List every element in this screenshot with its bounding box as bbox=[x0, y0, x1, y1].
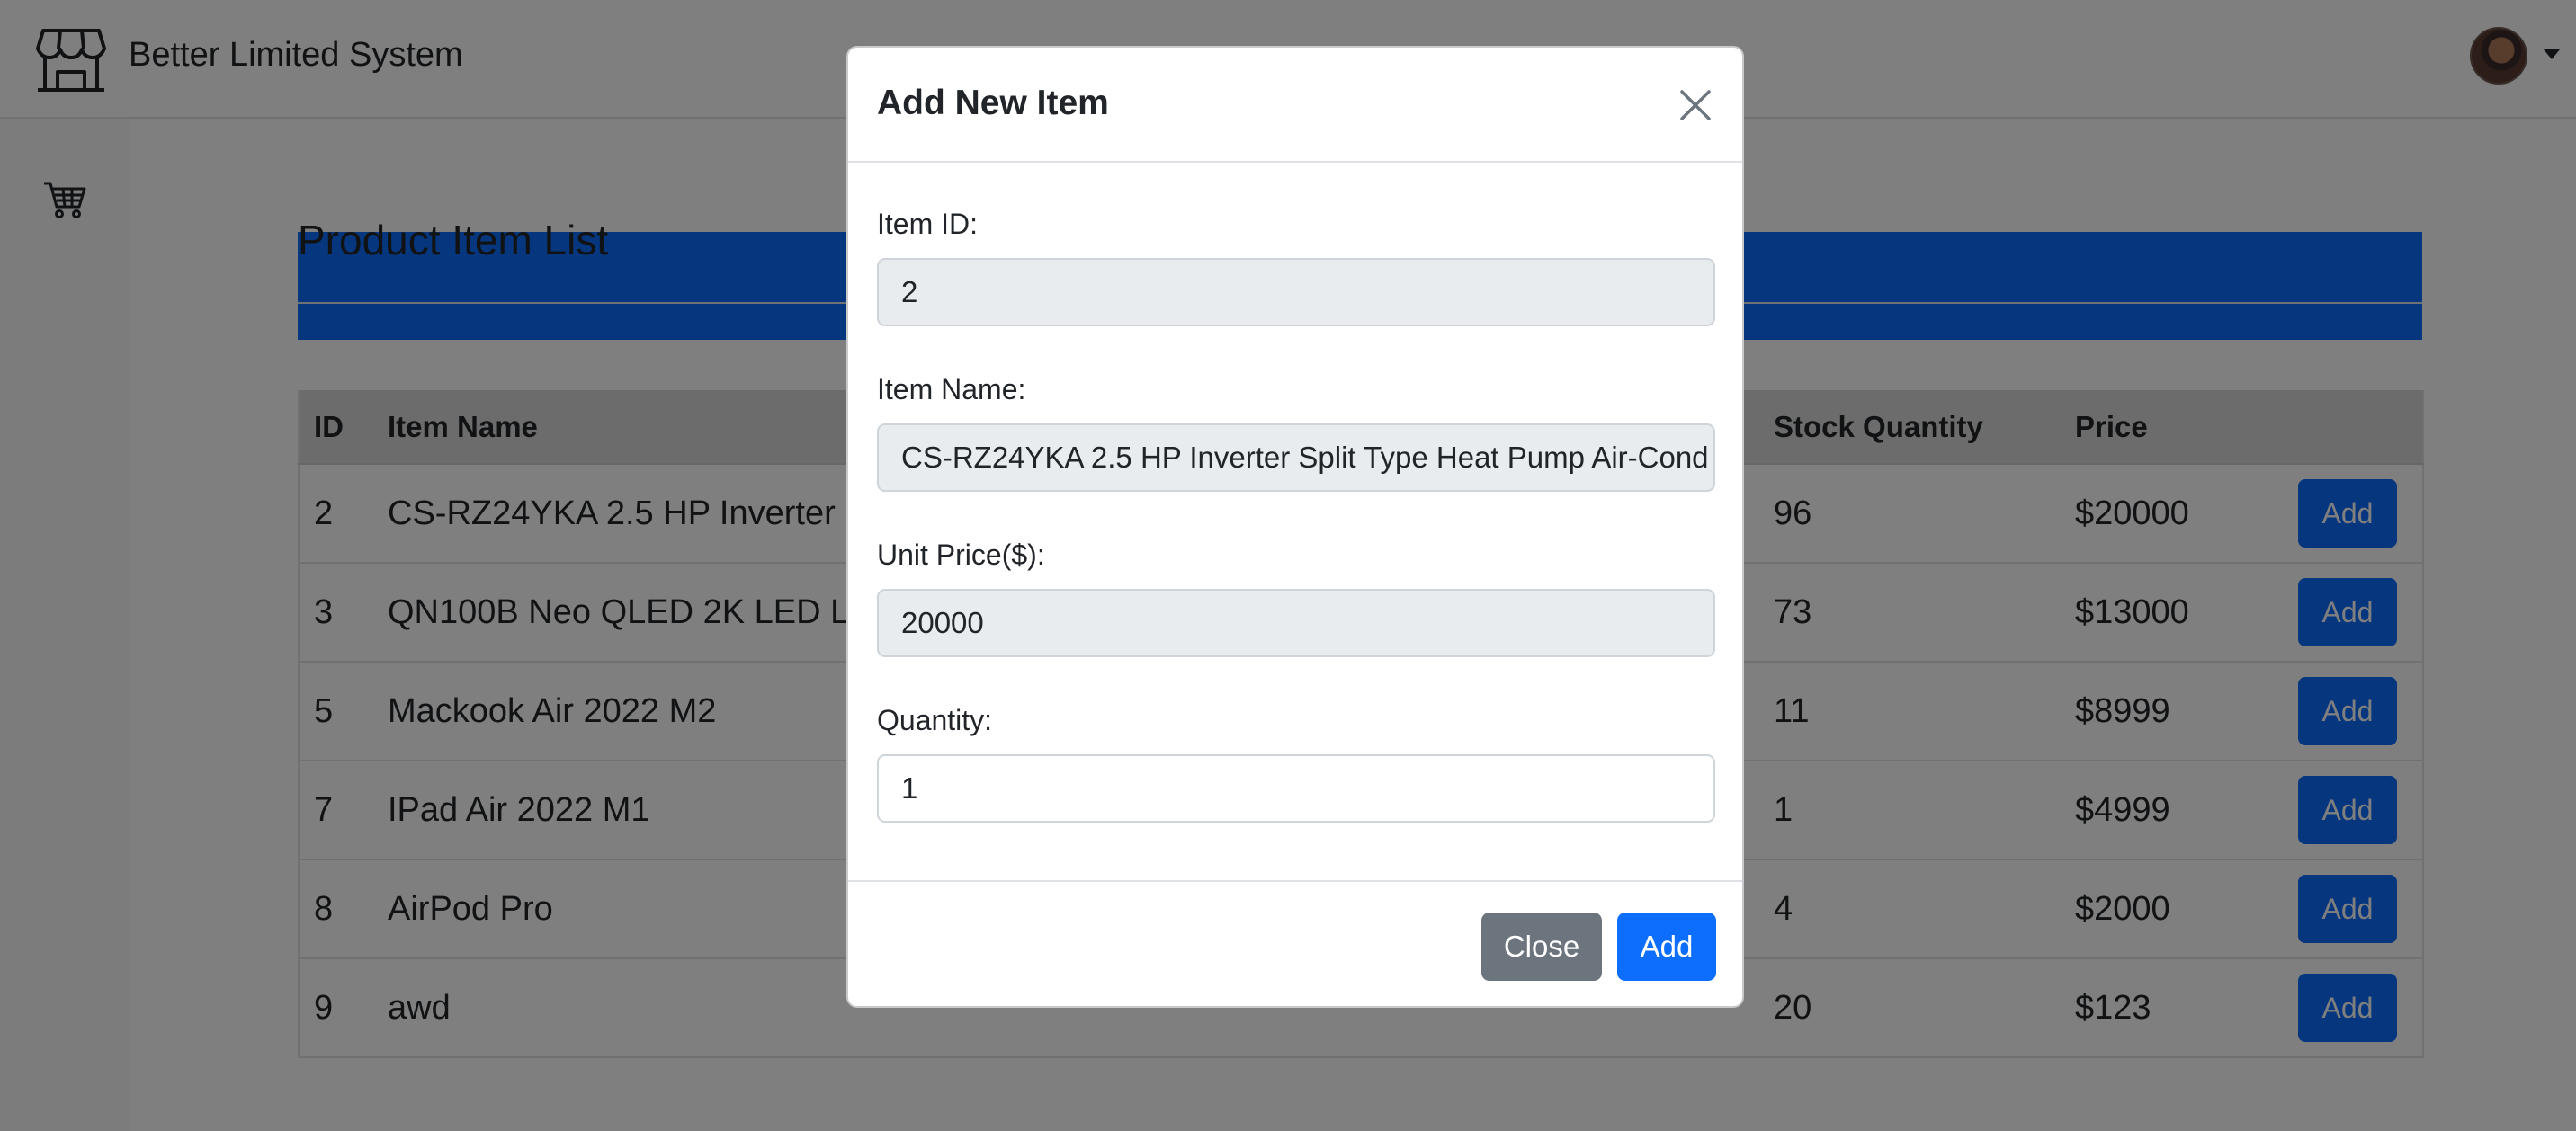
unit-price-label: Unit Price($): bbox=[877, 539, 1045, 571]
modal-title: Add New Item bbox=[877, 84, 1109, 122]
modal-header: Add New Item bbox=[848, 48, 1742, 163]
add-item-modal: Add New Item Item ID: 2 Item Name: CS-RZ… bbox=[846, 46, 1744, 1008]
close-button[interactable]: Close bbox=[1481, 913, 1602, 981]
item-name-label: Item Name: bbox=[877, 373, 1026, 405]
modal-footer-divider bbox=[848, 880, 1742, 882]
add-item-submit-button[interactable]: Add bbox=[1617, 913, 1716, 981]
item-id-label: Item ID: bbox=[877, 208, 979, 240]
unit-price-field: 20000 bbox=[877, 589, 1715, 657]
item-name-field: CS-RZ24YKA 2.5 HP Inverter Split Type He… bbox=[877, 423, 1715, 492]
quantity-label: Quantity: bbox=[877, 704, 993, 736]
item-id-field: 2 bbox=[877, 258, 1715, 326]
quantity-input[interactable] bbox=[877, 754, 1715, 823]
close-icon[interactable] bbox=[1677, 87, 1713, 123]
